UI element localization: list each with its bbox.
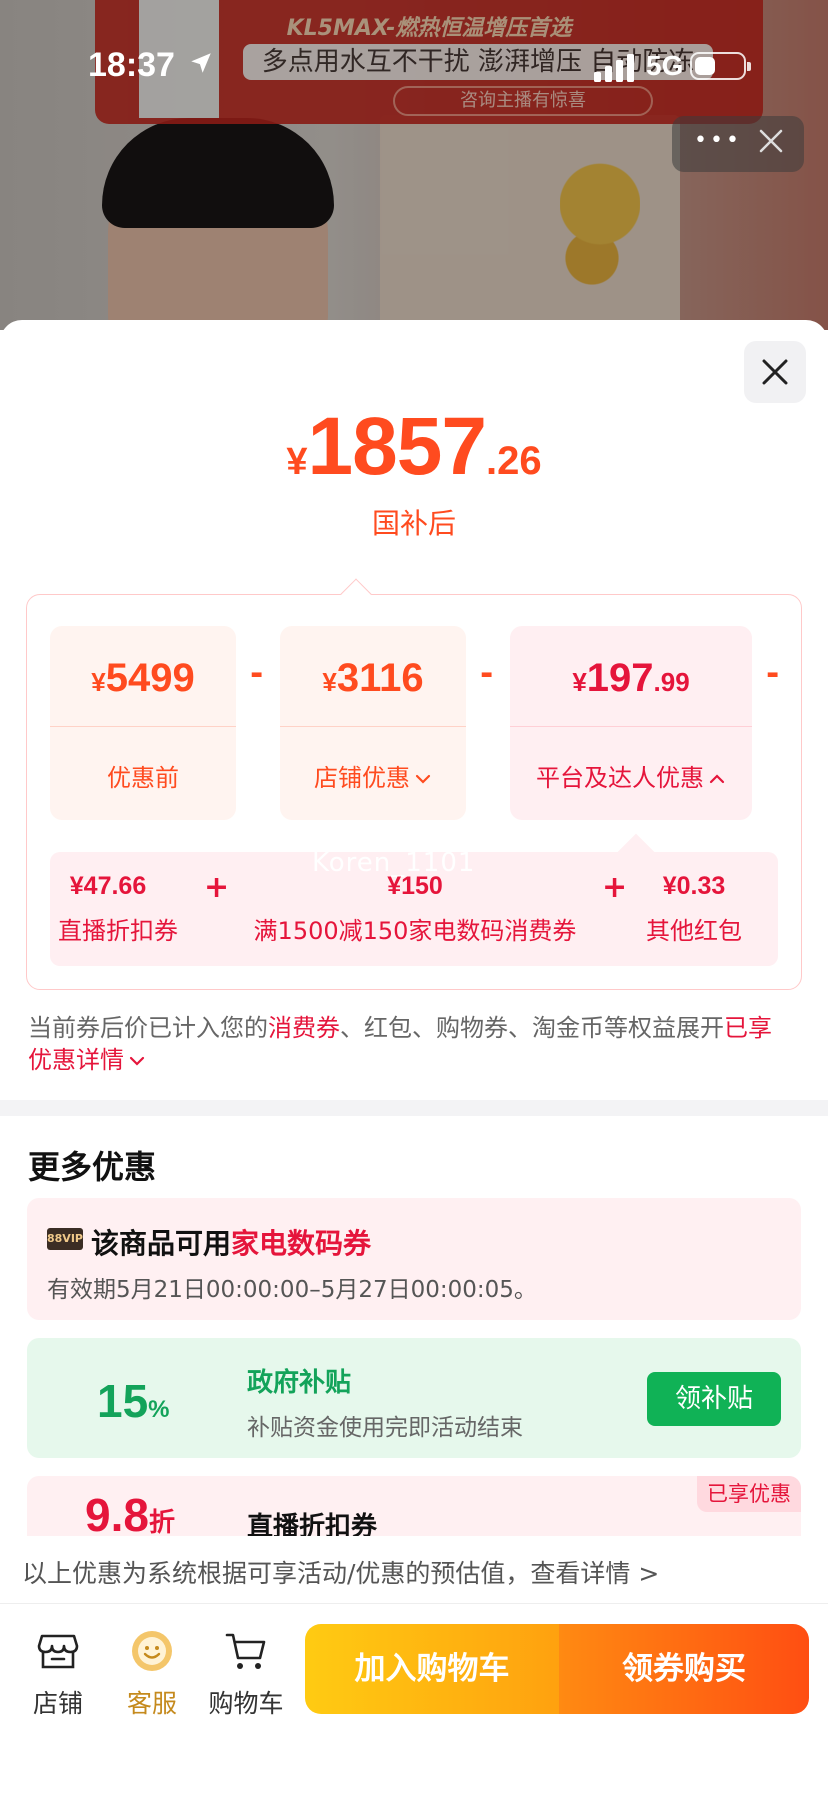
network-type: 5G xyxy=(646,50,684,81)
card-divider xyxy=(510,726,752,727)
coupon-title-highlight: 家电数码券 xyxy=(231,1227,372,1260)
close-button[interactable] xyxy=(744,341,806,403)
nav-label: 购物车 xyxy=(208,1689,284,1718)
section-divider xyxy=(0,1100,828,1116)
more-icon[interactable]: ••• xyxy=(694,128,742,153)
more-offers-title: 更多优惠 xyxy=(28,1148,157,1186)
subsidy-desc: 补贴资金使用完即活动结束 xyxy=(247,1415,523,1441)
battery-icon xyxy=(690,52,751,80)
discount-value: 9.8 xyxy=(85,1489,149,1536)
minus-sign: - xyxy=(766,654,780,692)
claim-subsidy-button[interactable]: 领补贴 xyxy=(647,1372,781,1426)
card-divider xyxy=(50,726,236,727)
cart-icon xyxy=(225,1633,266,1669)
card-amount: 5499 xyxy=(105,656,195,700)
item-label: 其他红包 xyxy=(646,917,742,945)
video-close-icon[interactable] xyxy=(756,126,786,156)
appliance-coupon-card[interactable]: 88VIP 该商品可用家电数码券 有效期5月21日00:00:00–5月27日0… xyxy=(27,1198,801,1320)
item-label: 满1500减150家电数码消费券 xyxy=(253,917,577,945)
footnote-text: 以上优惠为系统根据可享活动/优惠的预估值，查看详情 > xyxy=(22,1559,660,1588)
add-to-cart-button[interactable]: 加入购物车 xyxy=(305,1624,559,1714)
store-nav-button[interactable]: 店铺 xyxy=(16,1628,100,1720)
card-amount: 3116 xyxy=(336,656,424,700)
red-packet-item: ¥0.33 其他红包 xyxy=(632,872,756,946)
benefits-note: 当前券后价已计入您的消费券、红包、购物券、淘金币等权益展开已享优惠详情 xyxy=(28,1012,788,1076)
shop-discount-card[interactable]: ¥3116 店铺优惠 xyxy=(280,626,466,820)
nav-label: 店铺 xyxy=(32,1689,83,1718)
discount-unit: 折 xyxy=(148,1507,175,1536)
subsidy-rate: 15% xyxy=(97,1374,170,1428)
chevron-down-icon xyxy=(129,1056,145,1066)
discount-rate: 9.8折 xyxy=(85,1488,175,1536)
subsidy-value: 15 xyxy=(97,1375,149,1427)
minus-sign: - xyxy=(480,654,494,692)
subsidy-title: 政府补贴 xyxy=(247,1368,352,1398)
chevron-down-icon xyxy=(415,774,431,784)
claim-coupon-buy-button[interactable]: 领券购买 xyxy=(559,1624,809,1714)
minus-sign: - xyxy=(250,654,264,692)
price-decimal: .26 xyxy=(485,439,542,483)
cart-nav-button[interactable]: 购物车 xyxy=(204,1628,288,1720)
estimate-footnote[interactable]: 以上优惠为系统根据可享活动/优惠的预估值，查看详情 > xyxy=(0,1536,828,1604)
plus-sign: + xyxy=(602,870,628,905)
government-subsidy-card: 15% 政府补贴 补贴资金使用完即活动结束 领补贴 xyxy=(27,1338,801,1458)
coupon-validity: 有效期5月21日00:00:00–5月27日00:00:05。 xyxy=(47,1277,537,1303)
store-icon xyxy=(37,1634,79,1669)
note-prefix: 当前券后价已计入您的 xyxy=(28,1014,268,1042)
customer-service-icon xyxy=(132,1631,172,1671)
price-integer: 1857 xyxy=(307,401,487,492)
card-currency: ¥ xyxy=(91,667,106,697)
subsidy-unit: % xyxy=(148,1396,170,1423)
card-label: 平台及达人优惠 xyxy=(536,764,704,792)
close-icon xyxy=(762,359,788,385)
nav-label: 客服 xyxy=(126,1689,177,1718)
appliance-coupon-item: ¥150 满1500减150家电数码消费券 xyxy=(240,872,590,946)
note-highlight: 消费券 xyxy=(268,1014,340,1042)
live-coupon-item: ¥47.66 直播折扣券 xyxy=(58,872,178,946)
card-divider xyxy=(280,726,466,727)
original-price-card: ¥5499 优惠前 xyxy=(50,626,236,820)
item-amount: ¥150 xyxy=(387,872,443,900)
card-currency: ¥ xyxy=(322,667,337,697)
card-amount: 197 xyxy=(586,656,654,700)
status-bar: 18:37 5G xyxy=(0,0,828,135)
location-arrow-icon xyxy=(191,53,211,73)
price-label: 国补后 xyxy=(371,507,456,540)
note-middle: 、红包、购物券、淘金币等权益展开 xyxy=(340,1014,724,1042)
status-time: 18:37 xyxy=(88,46,175,84)
customer-service-nav-button[interactable]: 客服 xyxy=(110,1628,194,1720)
discount-title: 直播折扣券 xyxy=(247,1512,378,1536)
vip-badge: 88VIP xyxy=(47,1228,83,1250)
chevron-up-icon xyxy=(709,774,725,784)
final-price: ¥1857.26 xyxy=(0,400,828,494)
signal-icon xyxy=(594,54,634,82)
item-amount: ¥47.66 xyxy=(69,872,147,900)
item-amount: ¥0.33 xyxy=(662,872,726,900)
plus-sign: + xyxy=(204,870,230,905)
purchase-buttons: 加入购物车 领券购买 xyxy=(305,1624,809,1714)
coupon-title: 该商品可用家电数码券 xyxy=(91,1222,371,1262)
live-discount-card: 9.8折 直播折扣券 已享优惠 xyxy=(27,1476,801,1536)
card-label-row: 店铺优惠 xyxy=(280,758,466,793)
card-label: 优惠前 xyxy=(107,764,179,792)
applied-badge: 已享优惠 xyxy=(697,1476,801,1512)
bottom-action-bar: 店铺 客服 购物车 加入购物车 领券购买 xyxy=(0,1604,828,1801)
video-controls: ••• xyxy=(672,116,804,172)
coupon-title-prefix: 该商品可用 xyxy=(91,1227,232,1260)
card-decimal: .99 xyxy=(653,667,690,697)
item-label: 直播折扣券 xyxy=(58,917,178,945)
card-currency: ¥ xyxy=(572,667,587,697)
price-currency: ¥ xyxy=(286,441,308,483)
card-label-row: 平台及达人优惠 xyxy=(510,758,752,793)
card-label: 店铺优惠 xyxy=(314,764,410,792)
platform-discount-card[interactable]: ¥197.99 平台及达人优惠 xyxy=(510,626,752,820)
